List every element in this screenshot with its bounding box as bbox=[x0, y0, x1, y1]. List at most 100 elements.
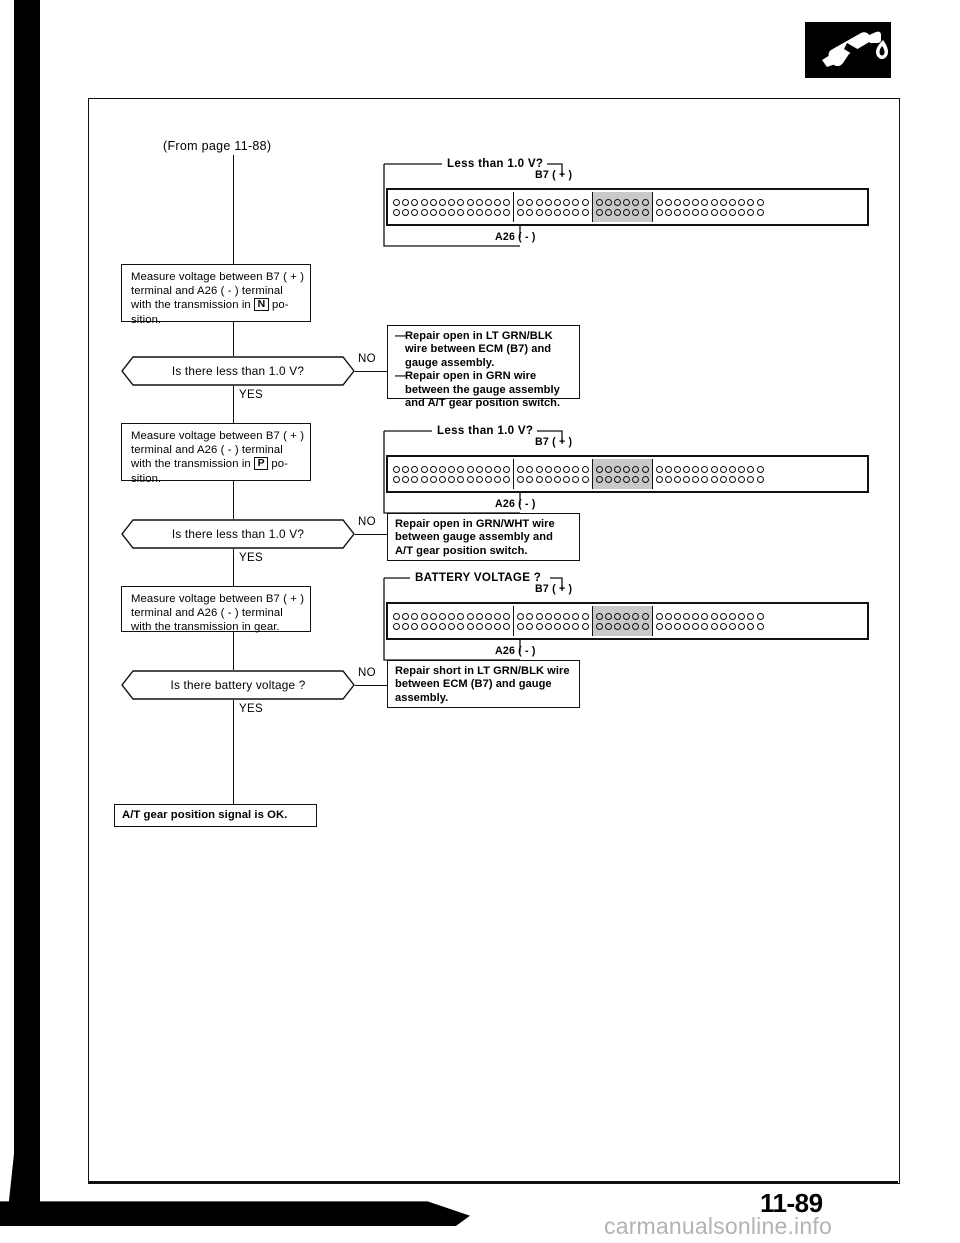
pin bbox=[664, 612, 672, 620]
step-measure-voltage-park: Measure voltage between B7 ( + ) termina… bbox=[121, 423, 311, 485]
pin bbox=[641, 475, 649, 483]
pin bbox=[729, 465, 736, 473]
pin bbox=[683, 465, 691, 473]
pin bbox=[641, 612, 649, 620]
pin bbox=[484, 208, 492, 216]
pin bbox=[701, 475, 709, 483]
pin bbox=[613, 208, 621, 216]
pin bbox=[475, 465, 483, 473]
connector-segment-a bbox=[390, 192, 515, 222]
pin bbox=[756, 612, 764, 620]
pin bbox=[457, 198, 465, 206]
fuel-nozzle-icon bbox=[805, 22, 891, 78]
pin bbox=[475, 208, 483, 216]
pin bbox=[554, 475, 561, 483]
pin bbox=[563, 622, 571, 630]
pin bbox=[729, 198, 736, 206]
repair-text: Repair open in GRN/WHT wire between gaug… bbox=[395, 518, 555, 557]
pin bbox=[623, 465, 631, 473]
pin bbox=[448, 622, 456, 630]
step-measure-voltage-neutral: Measure voltage between B7 ( + ) termina… bbox=[121, 264, 311, 326]
connector-positive-terminal-1: B7 ( + ) bbox=[535, 169, 573, 181]
decision-less-than-1v-park: Is there less than 1.0 V? bbox=[121, 519, 355, 549]
pin bbox=[411, 475, 419, 483]
pin bbox=[544, 622, 552, 630]
pin bbox=[632, 475, 640, 483]
pin bbox=[393, 465, 400, 473]
pin bbox=[729, 622, 736, 630]
pin bbox=[563, 465, 571, 473]
decision-no-label: NO bbox=[358, 516, 376, 528]
pin-row-bottom bbox=[393, 622, 511, 630]
pin bbox=[393, 622, 400, 630]
pin bbox=[457, 475, 465, 483]
flow-connector-line bbox=[233, 481, 234, 519]
pin bbox=[484, 465, 492, 473]
outcome-signal-ok: A/T gear position signal is OK. bbox=[114, 804, 317, 827]
decision-yes-label: YES bbox=[239, 389, 263, 401]
pin bbox=[738, 198, 746, 206]
pin bbox=[484, 612, 492, 620]
decision-less-than-1v-neutral: Is there less than 1.0 V? bbox=[121, 356, 355, 386]
pin bbox=[595, 622, 603, 630]
connector-segment-b bbox=[514, 606, 593, 636]
pin bbox=[494, 622, 502, 630]
pin bbox=[438, 475, 446, 483]
pin bbox=[655, 208, 663, 216]
pin bbox=[420, 622, 428, 630]
pin bbox=[420, 612, 428, 620]
pin bbox=[701, 208, 709, 216]
pin bbox=[683, 622, 691, 630]
pin bbox=[572, 465, 580, 473]
pin bbox=[747, 465, 755, 473]
connector-positive-terminal-3: B7 ( + ) bbox=[535, 583, 573, 595]
pin bbox=[756, 208, 764, 216]
pin bbox=[448, 475, 456, 483]
pin bbox=[664, 198, 672, 206]
pin bbox=[673, 612, 681, 620]
pin bbox=[494, 198, 502, 206]
pin bbox=[595, 465, 603, 473]
pin bbox=[710, 612, 718, 620]
step-line-2: terminal and A26 ( - ) terminal bbox=[131, 607, 283, 620]
step-line-3-prefix: with the transmission in bbox=[131, 458, 251, 471]
pin bbox=[420, 475, 428, 483]
pin bbox=[411, 612, 419, 620]
pin bbox=[411, 465, 419, 473]
pin bbox=[535, 208, 543, 216]
pin bbox=[673, 208, 681, 216]
pin bbox=[429, 612, 437, 620]
pin bbox=[623, 475, 631, 483]
pin bbox=[535, 612, 543, 620]
pin bbox=[438, 465, 446, 473]
step-line-1: Measure voltage between B7 ( + ) bbox=[131, 430, 305, 442]
pin bbox=[701, 465, 709, 473]
pin bbox=[429, 465, 437, 473]
pin bbox=[756, 198, 764, 206]
pin bbox=[448, 465, 456, 473]
pin bbox=[466, 475, 474, 483]
pin bbox=[604, 622, 612, 630]
pin bbox=[673, 475, 681, 483]
connector-positive-terminal-2: B7 ( + ) bbox=[535, 436, 573, 448]
pin-row-bottom bbox=[517, 475, 589, 483]
pin bbox=[738, 208, 746, 216]
step-line-1: Measure voltage between B7 ( + ) bbox=[131, 593, 305, 605]
pin bbox=[729, 612, 736, 620]
pin bbox=[692, 198, 700, 206]
connector-shell-3 bbox=[386, 602, 869, 640]
pin bbox=[747, 612, 755, 620]
step-line-1: Measure voltage between B7 ( + ) bbox=[131, 271, 305, 283]
pin-row-bottom bbox=[595, 208, 649, 216]
pin bbox=[655, 198, 663, 206]
step-line-3-suffix: po- bbox=[271, 458, 289, 471]
pin-row-top bbox=[393, 198, 511, 206]
pin bbox=[484, 198, 492, 206]
pin bbox=[563, 612, 571, 620]
pin bbox=[448, 208, 456, 216]
flow-connector-line bbox=[233, 155, 234, 264]
pin bbox=[466, 612, 474, 620]
pin bbox=[692, 475, 700, 483]
connector-segment-b bbox=[514, 459, 593, 489]
decision-label: Is there less than 1.0 V? bbox=[171, 364, 305, 378]
